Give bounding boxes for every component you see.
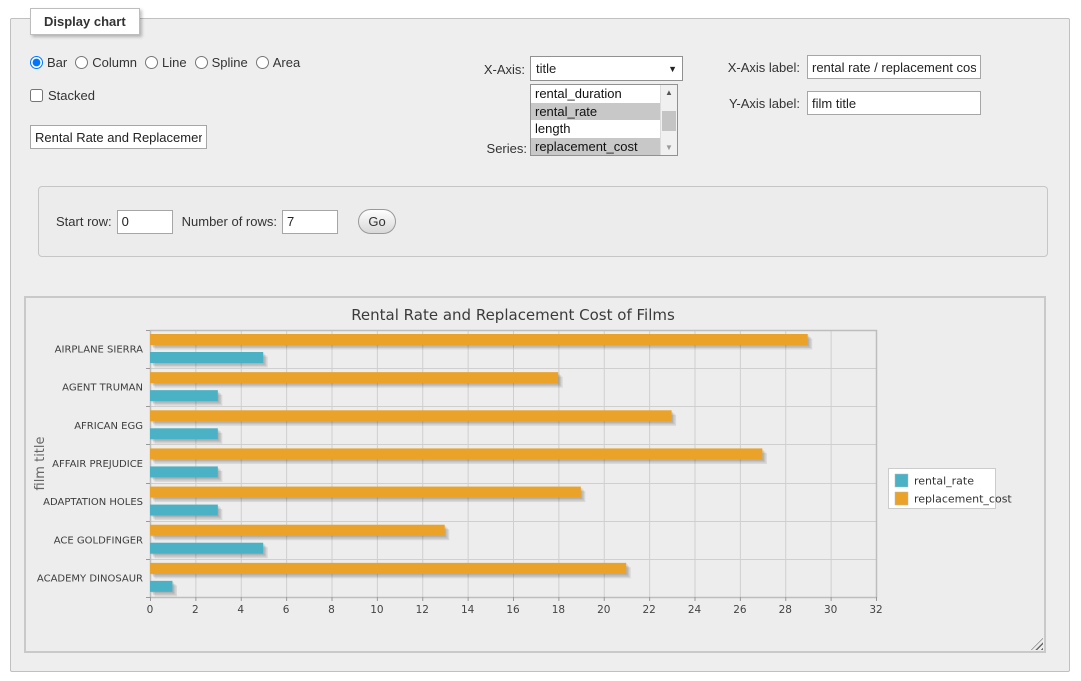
num-rows-label: Number of rows: — [182, 214, 277, 229]
x-axis-label-field-label: X-Axis label: — [695, 60, 800, 75]
svg-text:replacement_cost: replacement_cost — [914, 493, 1012, 506]
bar-replacement_cost — [150, 448, 762, 459]
stacked-checkbox[interactable] — [30, 89, 43, 102]
series-option[interactable]: rental_duration — [531, 85, 660, 103]
svg-text:6: 6 — [283, 604, 290, 616]
svg-text:AFFAIR PREJUDICE: AFFAIR PREJUDICE — [52, 459, 143, 470]
svg-text:12: 12 — [416, 604, 429, 616]
bar-rental_rate — [150, 390, 218, 401]
chart-type-option-spline[interactable]: Spline — [195, 55, 248, 70]
svg-text:ADAPTATION HOLES: ADAPTATION HOLES — [43, 497, 143, 508]
chart-type-label-bar: Bar — [47, 55, 67, 70]
svg-text:2: 2 — [192, 604, 199, 616]
page: Display chart Bar Column Line Spline Are… — [0, 0, 1081, 681]
bar-rental_rate — [150, 543, 263, 554]
svg-text:26: 26 — [733, 604, 747, 616]
chart-title: Rental Rate and Replacement Cost of Film… — [351, 306, 675, 324]
series-option[interactable]: replacement_cost — [531, 138, 660, 156]
chart-type-radio-spline[interactable] — [195, 56, 208, 69]
scroll-up-icon[interactable]: ▲ — [661, 85, 677, 100]
svg-text:4: 4 — [237, 604, 244, 616]
x-axis-selected-value: title — [536, 61, 668, 76]
x-axis-label-input[interactable] — [807, 55, 981, 79]
svg-text:14: 14 — [461, 604, 475, 616]
bar-chart: Rental Rate and Replacement Cost of Film… — [26, 298, 1044, 651]
svg-text:ACADEMY DINOSAUR: ACADEMY DINOSAUR — [37, 573, 143, 584]
series-listbox[interactable]: rental_duration rental_rate length repla… — [530, 84, 678, 156]
y-axis-label-input[interactable] — [807, 91, 981, 115]
chart-type-label-area: Area — [273, 55, 300, 70]
bar-replacement_cost — [150, 334, 808, 345]
start-row-input[interactable] — [117, 210, 173, 234]
y-axis: AIRPLANE SIERRA AGENT TRUMAN AFRICAN EGG AF… — [37, 331, 150, 598]
y-axis-title: film title — [33, 436, 48, 490]
bars — [150, 334, 812, 596]
chart-type-radio-group: Bar Column Line Spline Area — [30, 55, 308, 70]
svg-text:16: 16 — [506, 604, 520, 616]
bar-replacement_cost — [150, 372, 558, 383]
num-rows-input[interactable] — [282, 210, 338, 234]
svg-text:0: 0 — [147, 604, 154, 616]
bar-rental_rate — [150, 352, 263, 363]
series-options: rental_duration rental_rate length repla… — [531, 85, 660, 155]
chart-type-radio-line[interactable] — [145, 56, 158, 69]
y-axis-label-field-label: Y-Axis label: — [695, 96, 800, 111]
svg-text:20: 20 — [597, 604, 610, 616]
fieldset-legend: Display chart — [30, 8, 140, 35]
svg-text:32: 32 — [869, 604, 882, 616]
bar-rental_rate — [150, 466, 218, 477]
chart-title-input[interactable] — [30, 125, 207, 149]
svg-text:24: 24 — [688, 604, 702, 616]
series-field-label: Series: — [440, 141, 527, 156]
x-axis-field-label: X-Axis: — [440, 62, 525, 77]
bar-replacement_cost — [150, 563, 626, 574]
x-axis-select[interactable]: title ▼ — [530, 56, 683, 81]
row-range-panel: Start row: Number of rows: Go — [38, 186, 1048, 257]
bar-replacement_cost — [150, 410, 672, 421]
svg-text:10: 10 — [370, 604, 383, 616]
svg-text:18: 18 — [552, 604, 565, 616]
dropdown-arrow-icon: ▼ — [668, 64, 677, 74]
bar-replacement_cost — [150, 525, 445, 536]
bar-rental_rate — [150, 505, 218, 516]
svg-text:AGENT TRUMAN: AGENT TRUMAN — [62, 383, 143, 394]
svg-text:22: 22 — [642, 604, 655, 616]
chart-type-label-spline: Spline — [212, 55, 248, 70]
start-row-label: Start row: — [56, 214, 112, 229]
stacked-label: Stacked — [48, 88, 95, 103]
svg-text:30: 30 — [824, 604, 837, 616]
series-option[interactable]: length — [531, 120, 660, 138]
stacked-option[interactable]: Stacked — [30, 88, 95, 103]
chart-type-label-column: Column — [92, 55, 137, 70]
svg-text:AFRICAN EGG: AFRICAN EGG — [74, 421, 143, 432]
go-button[interactable]: Go — [358, 209, 396, 234]
chart-type-label-line: Line — [162, 55, 187, 70]
chart-type-option-line[interactable]: Line — [145, 55, 187, 70]
svg-text:8: 8 — [328, 604, 335, 616]
bar-rental_rate — [150, 428, 218, 439]
chart-type-radio-column[interactable] — [75, 56, 88, 69]
bar-rental_rate — [150, 581, 172, 592]
chart-type-option-area[interactable]: Area — [256, 55, 300, 70]
chart-legend: rental_rate replacement_cost — [889, 469, 1013, 509]
chart-type-radio-area[interactable] — [256, 56, 269, 69]
svg-text:28: 28 — [779, 604, 792, 616]
svg-text:ACE GOLDFINGER: ACE GOLDFINGER — [54, 535, 143, 546]
chart-type-radio-bar[interactable] — [30, 56, 43, 69]
listbox-scrollbar[interactable]: ▲ ▼ — [660, 85, 677, 155]
bar-replacement_cost — [150, 487, 581, 498]
svg-text:rental_rate: rental_rate — [914, 475, 974, 488]
x-axis: 02468101214161820222426283032 — [147, 597, 883, 616]
chart-container: Rental Rate and Replacement Cost of Film… — [24, 296, 1046, 653]
svg-text:AIRPLANE SIERRA: AIRPLANE SIERRA — [55, 345, 143, 356]
chart-type-option-bar[interactable]: Bar — [30, 55, 67, 70]
series-option[interactable]: rental_rate — [531, 103, 660, 121]
scroll-down-icon[interactable]: ▼ — [661, 140, 677, 155]
scrollbar-thumb[interactable] — [662, 111, 676, 131]
chart-type-option-column[interactable]: Column — [75, 55, 137, 70]
